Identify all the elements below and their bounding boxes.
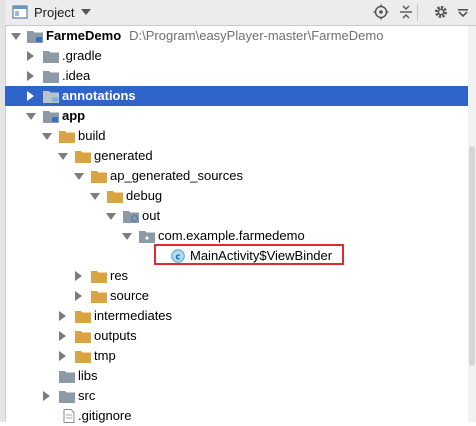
chevron-down-icon[interactable]: [42, 133, 52, 140]
toolbar-divider: [417, 4, 418, 21]
tree-label: ap_generated_sources: [110, 168, 243, 183]
tree-label: .gradle: [62, 48, 102, 63]
scrollbar-thumb[interactable]: [469, 146, 475, 366]
tree-row-gradle[interactable]: .gradle: [5, 46, 476, 66]
tree-label: FarmeDemo D:\Program\easyPlayer-master\Fa…: [46, 28, 384, 43]
chevron-right-icon[interactable]: [27, 91, 34, 101]
project-path: D:\Program\easyPlayer-master\FarmeDemo: [129, 28, 384, 43]
tree-label: com.example.farmedemo: [158, 228, 305, 243]
highlight-annotation-box: [154, 244, 344, 265]
folder-icon: [107, 191, 123, 203]
collapse-all-icon[interactable]: [398, 4, 414, 20]
tree-row-source[interactable]: source: [5, 286, 476, 306]
tree-row-package[interactable]: com.example.farmedemo: [5, 226, 476, 246]
tree-row-intermediates[interactable]: intermediates: [5, 306, 476, 326]
folder-icon: [59, 131, 75, 143]
tree-row-debug[interactable]: debug: [5, 186, 476, 206]
folder-icon: [75, 311, 91, 323]
tree-label: .gitignore: [78, 408, 132, 423]
tree-row-out[interactable]: out: [5, 206, 476, 226]
chevron-down-icon[interactable]: [106, 213, 116, 220]
module-folder-icon: [43, 111, 59, 123]
folder-icon: [43, 71, 59, 83]
folder-icon: [91, 271, 107, 283]
tree-label: annotations: [62, 88, 136, 103]
chevron-right-icon[interactable]: [27, 71, 34, 81]
folder-icon: [59, 391, 75, 403]
folder-icon: [75, 151, 91, 163]
tree-label: intermediates: [94, 308, 173, 323]
module-folder-icon: [43, 91, 59, 103]
chevron-down-icon[interactable]: [11, 33, 21, 40]
tree-label: src: [78, 388, 96, 403]
folder-icon: [59, 371, 75, 383]
folder-icon: [91, 291, 107, 303]
tree-row-build[interactable]: build: [5, 126, 476, 146]
tree-label: app: [62, 108, 86, 123]
chevron-right-icon[interactable]: [59, 311, 66, 321]
source-folder-icon: [123, 211, 139, 223]
hide-icon[interactable]: [455, 4, 471, 20]
tree-label: debug: [126, 188, 163, 203]
module-folder-icon: [27, 31, 43, 43]
locate-icon[interactable]: [373, 4, 389, 20]
tree-label: libs: [78, 368, 98, 383]
tree-row-idea[interactable]: .idea: [5, 66, 476, 86]
tree-row-res[interactable]: res: [5, 266, 476, 286]
settings-icon[interactable]: [433, 4, 449, 20]
tree-row-src[interactable]: src: [5, 386, 476, 406]
tree-row-annotations[interactable]: annotations: [5, 86, 476, 106]
tree-row-farmedemo[interactable]: FarmeDemo D:\Program\easyPlayer-master\Fa…: [5, 26, 476, 46]
tree-row-libs[interactable]: libs: [5, 366, 476, 386]
tree-label: out: [142, 208, 161, 223]
tree-row-generated[interactable]: generated: [5, 146, 476, 166]
chevron-right-icon[interactable]: [59, 351, 66, 361]
tree-label: res: [110, 268, 129, 283]
chevron-down-icon[interactable]: [58, 153, 68, 160]
tree-row-ap-generated-sources[interactable]: ap_generated_sources: [5, 166, 476, 186]
chevron-right-icon[interactable]: [75, 271, 82, 281]
vertical-scrollbar[interactable]: [468, 26, 476, 422]
file-icon: [63, 409, 75, 423]
chevron-right-icon[interactable]: [43, 391, 50, 401]
chevron-down-icon[interactable]: [81, 9, 91, 15]
chevron-right-icon[interactable]: [27, 51, 34, 61]
folder-icon: [43, 51, 59, 63]
chevron-down-icon[interactable]: [90, 193, 100, 200]
tree-row-gitignore[interactable]: .gitignore: [5, 406, 476, 426]
tree-row-tmp[interactable]: tmp: [5, 346, 476, 366]
chevron-down-icon[interactable]: [122, 233, 132, 240]
tree-label: source: [110, 288, 150, 303]
folder-icon: [91, 171, 107, 183]
chevron-down-icon[interactable]: [74, 173, 84, 180]
chevron-right-icon[interactable]: [59, 331, 66, 341]
tree-label: .idea: [62, 68, 91, 83]
folder-icon: [75, 331, 91, 343]
panel-title[interactable]: Project: [34, 5, 74, 20]
chevron-down-icon[interactable]: [26, 113, 36, 120]
tree-row-outputs[interactable]: outputs: [5, 326, 476, 346]
project-view-icon: [12, 5, 28, 19]
package-icon: [139, 231, 155, 243]
tree-label: outputs: [94, 328, 137, 343]
chevron-right-icon[interactable]: [75, 291, 82, 301]
tree-label: build: [78, 128, 106, 143]
tree-label: tmp: [94, 348, 116, 363]
tree-label: generated: [94, 148, 153, 163]
project-panel-header: Project: [5, 0, 476, 26]
folder-icon: [75, 351, 91, 363]
tree-row-app[interactable]: app: [5, 106, 476, 126]
